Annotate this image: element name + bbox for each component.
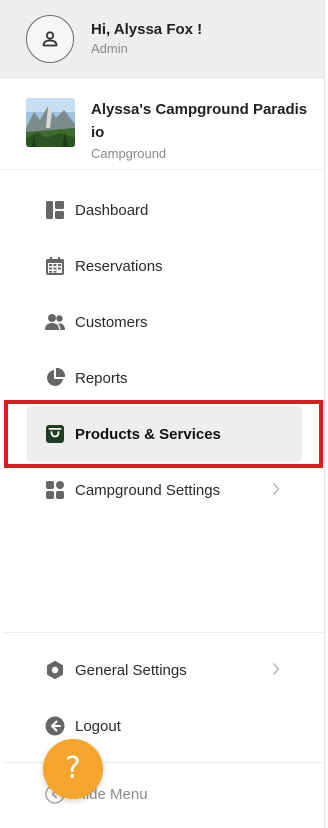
nav-label-products-services: Products & Services — [75, 425, 221, 443]
nav-item-dashboard[interactable]: Dashboard — [27, 182, 302, 238]
nav-label-logout: Logout — [75, 717, 121, 735]
shopping-bag-icon — [45, 424, 65, 444]
user-greeting: Hi, Alyssa Fox ! — [91, 21, 203, 38]
apps-icon — [45, 480, 65, 500]
gear-icon — [45, 660, 65, 680]
pie-chart-icon — [45, 368, 65, 388]
campground-type: Campground — [91, 146, 167, 161]
chevron-right-icon — [272, 662, 280, 681]
nav-label-dashboard: Dashboard — [75, 201, 149, 219]
nav-label-reservations: Reservations — [75, 257, 163, 275]
calendar-icon — [45, 256, 65, 276]
logout-icon — [45, 716, 65, 736]
nav-label-reports: Reports — [75, 369, 128, 387]
nav-label-customers: Customers — [75, 313, 148, 331]
nav-label-general-settings: General Settings — [75, 661, 187, 679]
chevron-right-icon — [272, 482, 280, 501]
nav-item-customers[interactable]: Customers — [27, 294, 302, 350]
help-button[interactable]: ? — [43, 739, 103, 799]
user-icon[interactable] — [26, 14, 74, 63]
users-icon — [45, 312, 65, 332]
nav-divider — [4, 632, 325, 633]
nav-item-reports[interactable]: Reports — [27, 350, 302, 406]
campground-thumbnail — [26, 98, 75, 147]
user-role: Admin — [91, 41, 128, 56]
sidebar: Hi, Alyssa Fox ! Admin Alyssa's Campgrou… — [0, 0, 325, 828]
nav-item-reservations[interactable]: Reservations — [27, 238, 302, 294]
campground-card[interactable]: Alyssa's Campground Paradisio Campground — [0, 78, 324, 170]
dashboard-icon — [45, 200, 65, 220]
campground-name: Alyssa's Campground Paradisio — [91, 101, 308, 141]
nav-item-general-settings[interactable]: General Settings — [27, 642, 302, 698]
help-icon: ? — [65, 751, 81, 786]
nav-item-products-services[interactable]: Products & Services — [27, 406, 302, 462]
nav-label-campground-settings: Campground Settings — [75, 481, 221, 499]
user-header: Hi, Alyssa Fox ! Admin — [0, 0, 324, 78]
nav-item-campground-settings[interactable]: Campground Settings — [27, 462, 302, 518]
